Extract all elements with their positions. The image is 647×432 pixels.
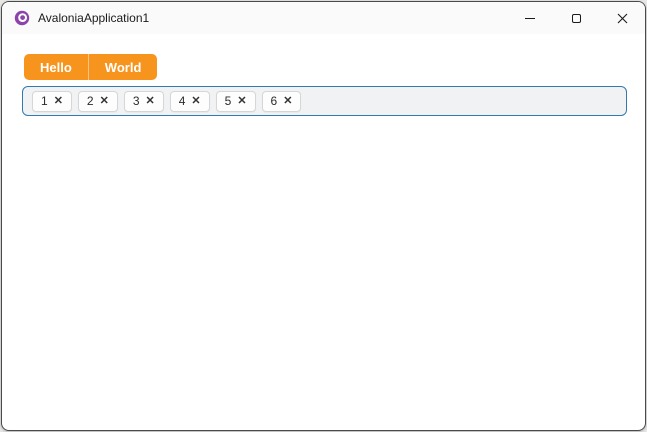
chip-box[interactable]: 1 ✕ 2 ✕ 3 ✕ 4 ✕ 5 ✕ 6 ✕ <box>22 86 627 116</box>
chip-remove-icon[interactable]: ✕ <box>146 95 155 107</box>
chip-label: 4 <box>178 94 186 108</box>
chip-4[interactable]: 4 ✕ <box>169 90 210 112</box>
tab-strip: Hello World <box>24 54 158 80</box>
tab-hello[interactable]: Hello <box>24 54 88 80</box>
chip-label: 5 <box>224 94 232 108</box>
maximize-button[interactable] <box>553 2 599 34</box>
chip-label: 1 <box>41 94 48 108</box>
client-area: Hello World 1 ✕ 2 ✕ 3 ✕ 4 ✕ 5 ✕ 6 ✕ <box>2 34 645 116</box>
chip-remove-icon[interactable]: ✕ <box>191 95 200 107</box>
app-window: AvaloniaApplication1 Hello World 1 ✕ 2 ✕… <box>1 1 646 431</box>
chip-label: 3 <box>132 94 140 108</box>
minimize-button[interactable] <box>507 2 553 34</box>
close-button[interactable] <box>599 2 645 34</box>
maximize-icon <box>571 13 581 23</box>
chip-1[interactable]: 1 ✕ <box>32 90 72 112</box>
close-icon <box>617 13 627 23</box>
avalonia-logo-icon <box>14 10 30 26</box>
chip-label: 2 <box>86 94 94 108</box>
tab-world[interactable]: World <box>87 54 158 80</box>
chip-remove-icon[interactable]: ✕ <box>54 95 63 107</box>
chip-remove-icon[interactable]: ✕ <box>283 95 292 107</box>
chip-3[interactable]: 3 ✕ <box>123 90 164 112</box>
titlebar[interactable]: AvaloniaApplication1 <box>2 2 645 34</box>
window-title: AvaloniaApplication1 <box>38 11 150 25</box>
minimize-icon <box>525 17 535 19</box>
chip-label: 6 <box>270 94 278 108</box>
chip-remove-icon[interactable]: ✕ <box>237 95 246 107</box>
chip-2[interactable]: 2 ✕ <box>77 90 118 112</box>
chip-5[interactable]: 5 ✕ <box>215 90 256 112</box>
chip-remove-icon[interactable]: ✕ <box>100 95 109 107</box>
chip-6[interactable]: 6 ✕ <box>261 90 302 112</box>
